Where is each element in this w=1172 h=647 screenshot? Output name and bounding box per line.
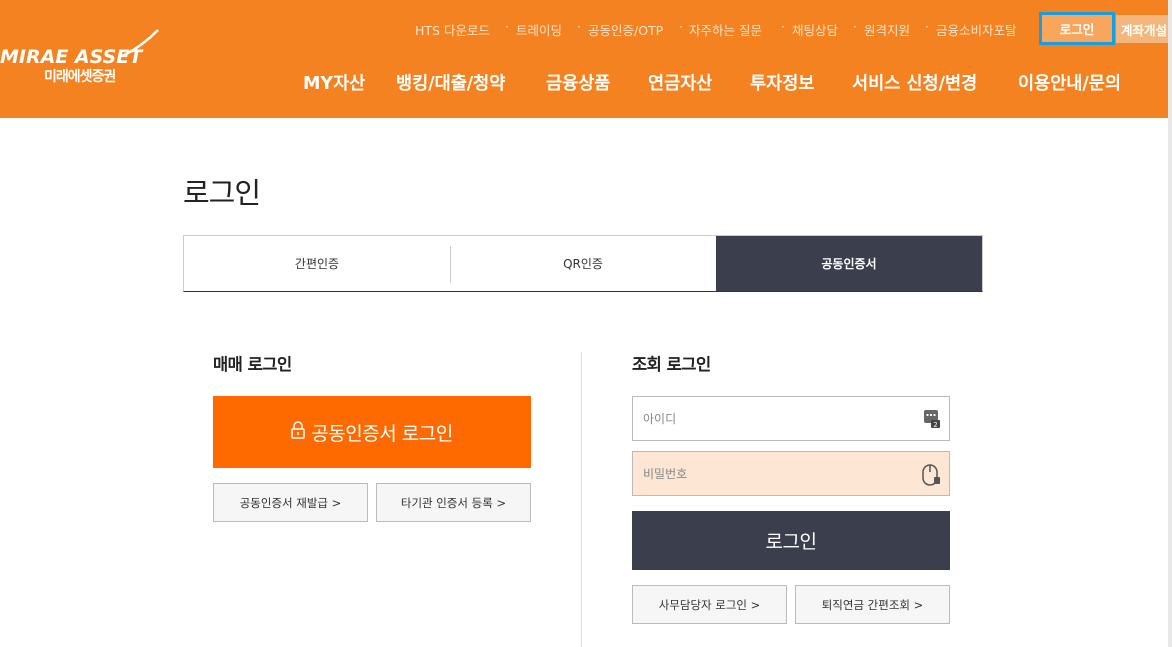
tab-joint-cert[interactable]: 공동인증서	[716, 236, 982, 291]
staff-login-button[interactable]: 사무담당자 로그인 >	[632, 585, 787, 624]
gnb-pension[interactable]: 연금자산	[648, 70, 712, 95]
util-link-faq[interactable]: 자주하는 질문	[689, 20, 762, 39]
gnb-help[interactable]: 이용안내/문의	[1018, 70, 1121, 95]
util-link-remote[interactable]: 원격지원	[864, 20, 910, 39]
site-header: MIRAE ASSET 미래에셋증권 HTS 다운로드 · 트레이딩 · 공동인…	[0, 0, 1172, 118]
util-login-button[interactable]: 로그인	[1039, 12, 1115, 45]
gnb-invest-info[interactable]: 투자정보	[750, 70, 814, 95]
trade-login-title: 매매 로그인	[213, 355, 292, 374]
util-separator: ·	[577, 20, 581, 34]
page-title: 로그인	[183, 176, 261, 210]
tab-simple-auth[interactable]: 간편인증	[184, 236, 450, 291]
gnb-service-request[interactable]: 서비스 신청/변경	[852, 70, 977, 95]
util-separator: ·	[679, 20, 683, 34]
gnb-my-assets[interactable]: MY자산	[303, 70, 365, 95]
cert-reissue-button[interactable]: 공동인증서 재발급 >	[213, 483, 368, 522]
mouse-icon[interactable]	[921, 464, 941, 489]
logo-text-ko: 미래에셋증권	[44, 69, 116, 85]
cert-login-label: 공동인증서 로그인	[311, 422, 453, 445]
util-link-consumer[interactable]: 금융소비자포탈	[936, 20, 1017, 39]
id-field[interactable]: 2	[632, 396, 950, 441]
tab-qr-auth[interactable]: QR인증	[450, 236, 716, 291]
svg-text:2: 2	[933, 421, 937, 429]
gnb-products[interactable]: 금융상품	[546, 70, 610, 95]
login-method-tabs: 간편인증 QR인증 공동인증서	[183, 235, 983, 292]
util-separator: ·	[505, 20, 509, 34]
password-input[interactable]	[643, 466, 913, 481]
password-field[interactable]	[632, 451, 950, 496]
gnb-banking[interactable]: 뱅킹/대출/청약	[396, 70, 505, 95]
utility-nav: HTS 다운로드 · 트레이딩 · 공동인증/OTP · 자주하는 질문 · 채…	[0, 12, 1172, 45]
id-input[interactable]	[643, 411, 913, 426]
util-link-chat[interactable]: 채팅상담	[792, 20, 838, 39]
section-divider	[581, 352, 582, 647]
util-link-hts[interactable]: HTS 다운로드	[415, 20, 490, 39]
tab-divider	[450, 246, 451, 283]
keypad-icon[interactable]: 2	[923, 409, 941, 432]
util-separator: ·	[853, 20, 857, 34]
util-separator: ·	[781, 20, 785, 34]
util-link-cert-otp[interactable]: 공동인증/OTP	[588, 20, 663, 39]
lock-icon	[291, 420, 306, 444]
inquiry-login-button[interactable]: 로그인	[632, 511, 950, 570]
pension-inquiry-button[interactable]: 퇴직연금 간편조회 >	[795, 585, 950, 624]
vertical-scrollbar[interactable]	[1168, 0, 1172, 647]
logo-text-en: MIRAE ASSET	[0, 46, 143, 68]
util-open-account-button[interactable]: 계좌개설	[1116, 15, 1172, 43]
external-cert-register-button[interactable]: 타기관 인증서 등록 >	[376, 483, 531, 522]
util-link-trading[interactable]: 트레이딩	[516, 20, 562, 39]
cert-login-button[interactable]: 공동인증서 로그인	[213, 396, 531, 468]
inquiry-login-title: 조회 로그인	[632, 355, 711, 374]
util-separator: ·	[925, 20, 929, 34]
